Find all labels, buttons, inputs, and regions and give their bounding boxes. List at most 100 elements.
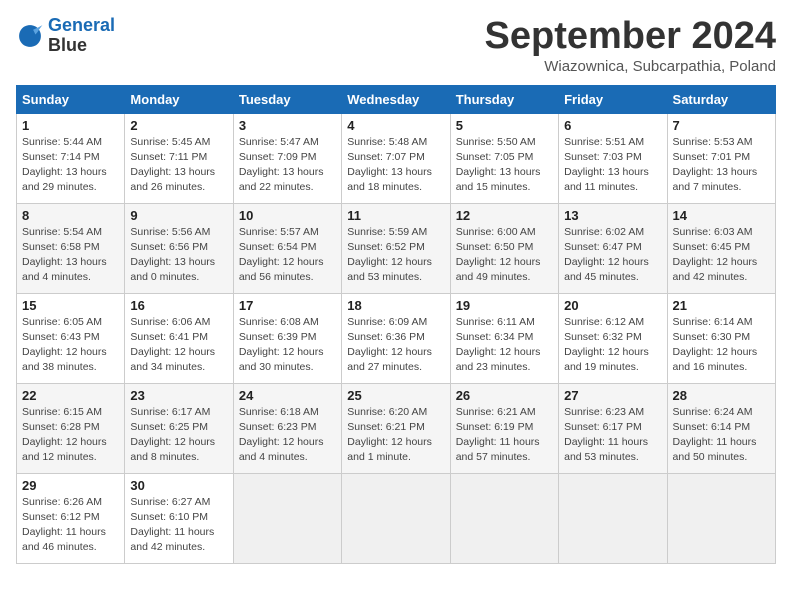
calendar-cell: 3 Sunrise: 5:47 AM Sunset: 7:09 PM Daylig…: [233, 113, 341, 203]
day-info: Sunrise: 5:59 AM Sunset: 6:52 PM Dayligh…: [347, 225, 444, 286]
day-number: 19: [456, 298, 553, 313]
calendar-cell: 18 Sunrise: 6:09 AM Sunset: 6:36 PM Dayli…: [342, 293, 450, 383]
day-number: 8: [22, 208, 119, 223]
day-info: Sunrise: 6:17 AM Sunset: 6:25 PM Dayligh…: [130, 405, 227, 466]
weekday-header-sunday: Sunday: [17, 85, 125, 113]
day-number: 2: [130, 118, 227, 133]
day-number: 22: [22, 388, 119, 403]
calendar-cell: [667, 473, 775, 563]
day-number: 23: [130, 388, 227, 403]
day-info: Sunrise: 5:45 AM Sunset: 7:11 PM Dayligh…: [130, 135, 227, 196]
page-header: General Blue September 2024 Wiazownica, …: [16, 16, 776, 75]
day-number: 3: [239, 118, 336, 133]
day-info: Sunrise: 6:12 AM Sunset: 6:32 PM Dayligh…: [564, 315, 661, 376]
weekday-header-thursday: Thursday: [450, 85, 558, 113]
day-number: 9: [130, 208, 227, 223]
month-title: September 2024: [485, 16, 777, 58]
weekday-header-saturday: Saturday: [667, 85, 775, 113]
logo: General Blue: [16, 16, 115, 56]
calendar-cell: 21 Sunrise: 6:14 AM Sunset: 6:30 PM Dayli…: [667, 293, 775, 383]
calendar-cell: 13 Sunrise: 6:02 AM Sunset: 6:47 PM Dayli…: [559, 203, 667, 293]
location-subtitle: Wiazownica, Subcarpathia, Poland: [485, 58, 777, 75]
calendar-week-row: 1 Sunrise: 5:44 AM Sunset: 7:14 PM Daylig…: [17, 113, 776, 203]
day-info: Sunrise: 6:06 AM Sunset: 6:41 PM Dayligh…: [130, 315, 227, 376]
day-number: 18: [347, 298, 444, 313]
calendar-cell: 29 Sunrise: 6:26 AM Sunset: 6:12 PM Dayli…: [17, 473, 125, 563]
day-info: Sunrise: 5:57 AM Sunset: 6:54 PM Dayligh…: [239, 225, 336, 286]
day-info: Sunrise: 5:47 AM Sunset: 7:09 PM Dayligh…: [239, 135, 336, 196]
day-info: Sunrise: 6:18 AM Sunset: 6:23 PM Dayligh…: [239, 405, 336, 466]
calendar-cell: 30 Sunrise: 6:27 AM Sunset: 6:10 PM Dayli…: [125, 473, 233, 563]
day-info: Sunrise: 5:48 AM Sunset: 7:07 PM Dayligh…: [347, 135, 444, 196]
calendar-cell: 11Sunrise: 5:59 AM Sunset: 6:52 PM Dayli…: [342, 203, 450, 293]
calendar-cell: 8 Sunrise: 5:54 AM Sunset: 6:58 PM Daylig…: [17, 203, 125, 293]
calendar-week-row: 22 Sunrise: 6:15 AM Sunset: 6:28 PM Dayli…: [17, 383, 776, 473]
day-info: Sunrise: 5:56 AM Sunset: 6:56 PM Dayligh…: [130, 225, 227, 286]
calendar-cell: 14Sunrise: 6:03 AM Sunset: 6:45 PM Dayli…: [667, 203, 775, 293]
calendar-cell: [450, 473, 558, 563]
calendar-cell: 27Sunrise: 6:23 AM Sunset: 6:17 PM Dayli…: [559, 383, 667, 473]
calendar-cell: 23 Sunrise: 6:17 AM Sunset: 6:25 PM Dayli…: [125, 383, 233, 473]
weekday-header-monday: Monday: [125, 85, 233, 113]
day-number: 14: [673, 208, 770, 223]
weekday-header-wednesday: Wednesday: [342, 85, 450, 113]
weekday-header-friday: Friday: [559, 85, 667, 113]
day-number: 21: [673, 298, 770, 313]
day-info: Sunrise: 6:02 AM Sunset: 6:47 PM Dayligh…: [564, 225, 661, 286]
day-info: Sunrise: 6:26 AM Sunset: 6:12 PM Dayligh…: [22, 495, 119, 556]
day-number: 20: [564, 298, 661, 313]
calendar-cell: 4 Sunrise: 5:48 AM Sunset: 7:07 PM Daylig…: [342, 113, 450, 203]
logo-icon: [16, 22, 44, 50]
day-number: 10: [239, 208, 336, 223]
calendar-cell: [233, 473, 341, 563]
day-info: Sunrise: 6:21 AM Sunset: 6:19 PM Dayligh…: [456, 405, 553, 466]
calendar-cell: 9 Sunrise: 5:56 AM Sunset: 6:56 PM Daylig…: [125, 203, 233, 293]
calendar-cell: 1 Sunrise: 5:44 AM Sunset: 7:14 PM Daylig…: [17, 113, 125, 203]
day-info: Sunrise: 6:27 AM Sunset: 6:10 PM Dayligh…: [130, 495, 227, 556]
day-number: 1: [22, 118, 119, 133]
day-number: 4: [347, 118, 444, 133]
day-info: Sunrise: 6:09 AM Sunset: 6:36 PM Dayligh…: [347, 315, 444, 376]
day-number: 28: [673, 388, 770, 403]
day-info: Sunrise: 6:20 AM Sunset: 6:21 PM Dayligh…: [347, 405, 444, 466]
day-number: 24: [239, 388, 336, 403]
calendar-cell: 25 Sunrise: 6:20 AM Sunset: 6:21 PM Dayli…: [342, 383, 450, 473]
day-number: 12: [456, 208, 553, 223]
calendar-cell: 10 Sunrise: 5:57 AM Sunset: 6:54 PM Dayli…: [233, 203, 341, 293]
day-info: Sunrise: 6:14 AM Sunset: 6:30 PM Dayligh…: [673, 315, 770, 376]
day-info: Sunrise: 6:23 AM Sunset: 6:17 PM Dayligh…: [564, 405, 661, 466]
day-number: 15: [22, 298, 119, 313]
day-info: Sunrise: 6:15 AM Sunset: 6:28 PM Dayligh…: [22, 405, 119, 466]
calendar-cell: 5 Sunrise: 5:50 AM Sunset: 7:05 PM Daylig…: [450, 113, 558, 203]
day-number: 5: [456, 118, 553, 133]
calendar-cell: 28Sunrise: 6:24 AM Sunset: 6:14 PM Dayli…: [667, 383, 775, 473]
day-info: Sunrise: 5:50 AM Sunset: 7:05 PM Dayligh…: [456, 135, 553, 196]
calendar-cell: 15 Sunrise: 6:05 AM Sunset: 6:43 PM Dayli…: [17, 293, 125, 383]
weekday-header-row: SundayMondayTuesdayWednesdayThursdayFrid…: [17, 85, 776, 113]
calendar-cell: [559, 473, 667, 563]
day-number: 26: [456, 388, 553, 403]
day-info: Sunrise: 5:44 AM Sunset: 7:14 PM Dayligh…: [22, 135, 119, 196]
calendar-week-row: 8 Sunrise: 5:54 AM Sunset: 6:58 PM Daylig…: [17, 203, 776, 293]
day-number: 30: [130, 478, 227, 493]
day-info: Sunrise: 6:08 AM Sunset: 6:39 PM Dayligh…: [239, 315, 336, 376]
day-info: Sunrise: 6:05 AM Sunset: 6:43 PM Dayligh…: [22, 315, 119, 376]
day-number: 17: [239, 298, 336, 313]
day-number: 6: [564, 118, 661, 133]
calendar-cell: 19Sunrise: 6:11 AM Sunset: 6:34 PM Dayli…: [450, 293, 558, 383]
day-number: 25: [347, 388, 444, 403]
calendar-cell: 6Sunrise: 5:51 AM Sunset: 7:03 PM Daylig…: [559, 113, 667, 203]
title-block: September 2024 Wiazownica, Subcarpathia,…: [485, 16, 777, 75]
day-number: 7: [673, 118, 770, 133]
day-number: 13: [564, 208, 661, 223]
calendar-cell: [342, 473, 450, 563]
calendar-week-row: 15 Sunrise: 6:05 AM Sunset: 6:43 PM Dayli…: [17, 293, 776, 383]
calendar-cell: 7Sunrise: 5:53 AM Sunset: 7:01 PM Daylig…: [667, 113, 775, 203]
calendar-cell: 22 Sunrise: 6:15 AM Sunset: 6:28 PM Dayli…: [17, 383, 125, 473]
day-info: Sunrise: 5:54 AM Sunset: 6:58 PM Dayligh…: [22, 225, 119, 286]
calendar-table: SundayMondayTuesdayWednesdayThursdayFrid…: [16, 85, 776, 564]
day-number: 29: [22, 478, 119, 493]
logo-text: General Blue: [48, 16, 115, 56]
calendar-cell: 20 Sunrise: 6:12 AM Sunset: 6:32 PM Dayli…: [559, 293, 667, 383]
weekday-header-tuesday: Tuesday: [233, 85, 341, 113]
